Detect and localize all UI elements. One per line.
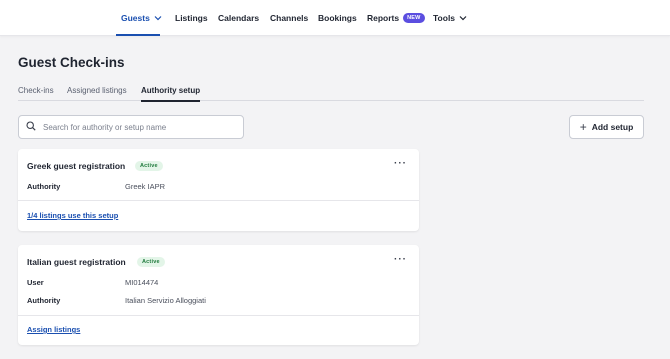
setup-card-italian: Italian guest registration Active ··· Us… (18, 245, 419, 345)
tab-authority-setup[interactable]: Authority setup (141, 86, 201, 102)
search-icon (26, 118, 36, 136)
search-box (18, 115, 244, 139)
status-badge: Active (135, 161, 163, 171)
nav-channels[interactable]: Channels (270, 0, 308, 36)
nav-reports-label: Reports (367, 13, 400, 23)
nav-guests-label: Guests (121, 13, 150, 23)
card-title: Greek guest registration (27, 161, 126, 171)
tab-assigned-listings[interactable]: Assigned listings (67, 86, 127, 101)
row-label-authority: Authority (27, 296, 61, 305)
row-label-user: User (27, 278, 44, 287)
card-title: Italian guest registration (27, 257, 126, 267)
nav-tools-label: Tools (433, 13, 456, 23)
more-options-icon[interactable]: ··· (394, 254, 407, 265)
page-title: Guest Check-ins (18, 55, 125, 70)
chevron-down-icon (459, 15, 467, 21)
nav-guests[interactable]: Guests (116, 0, 162, 36)
nav-bookings[interactable]: Bookings (318, 0, 357, 36)
top-navigation: Guests Listings Calendars Channels Booki… (0, 0, 670, 36)
assign-listings-link[interactable]: Assign listings (27, 325, 80, 334)
new-badge: NEW (403, 13, 425, 23)
more-options-icon[interactable]: ··· (394, 158, 407, 169)
nav-tools[interactable]: Tools (433, 0, 467, 36)
listings-usage-link[interactable]: 1/4 listings use this setup (27, 211, 118, 220)
nav-listings[interactable]: Listings (175, 0, 208, 36)
tab-bar: Check-ins Assigned listings Authority se… (18, 84, 644, 102)
card-divider (18, 200, 419, 201)
setup-card-greek: Greek guest registration Active ··· Auth… (18, 149, 419, 231)
plus-icon: + (579, 120, 587, 134)
add-setup-label: Add setup (591, 122, 634, 132)
row-value-user: MI014474 (125, 278, 159, 287)
nav-reports[interactable]: Reports NEW (367, 0, 425, 36)
card-divider (18, 315, 419, 316)
nav-calendars[interactable]: Calendars (218, 0, 259, 36)
chevron-down-icon (154, 15, 162, 21)
tab-check-ins[interactable]: Check-ins (18, 86, 54, 101)
add-setup-button[interactable]: + Add setup (569, 115, 644, 139)
row-value-authority: Italian Servizio Alloggiati (125, 296, 206, 305)
status-badge: Active (137, 257, 165, 267)
row-label-authority: Authority (27, 182, 61, 191)
search-input[interactable] (43, 122, 233, 132)
row-value-authority: Greek IAPR (125, 182, 166, 191)
